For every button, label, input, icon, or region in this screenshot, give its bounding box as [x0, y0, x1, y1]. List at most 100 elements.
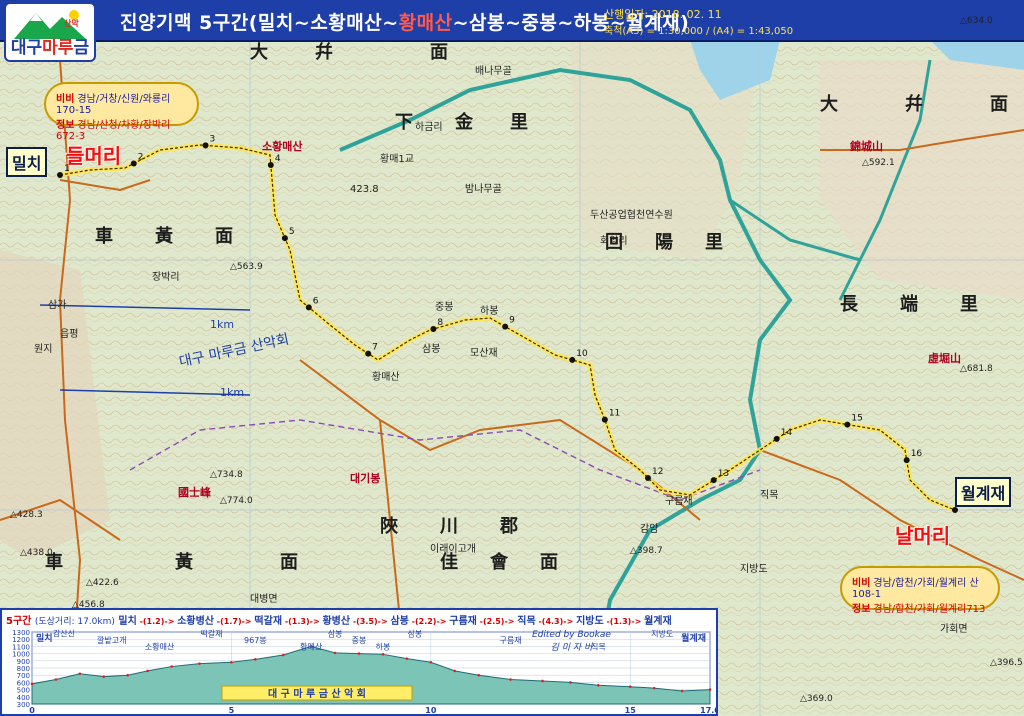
district-glyph: 郡 [500, 516, 518, 537]
profile-point-label: 중봉 [352, 636, 367, 645]
route-segment: -(1.7)-> [214, 617, 255, 626]
village-label: 황매1교 [380, 154, 414, 165]
club-banner: 대 구 마 루 금 산 악 회 [268, 687, 366, 700]
elevation-point [541, 679, 544, 683]
route-stop: 직목 [517, 616, 536, 627]
waypoint-number: 13 [718, 469, 729, 479]
peak-elevation: △634.0 [960, 16, 993, 26]
route-stop: 황병산 [322, 616, 351, 627]
waypoint-marker [130, 160, 137, 167]
peak-elevation: △422.6 [86, 578, 119, 588]
district-glyph: 長 [840, 294, 858, 315]
waypoint-number: 12 [652, 467, 663, 477]
mountain-name: 대기봉 [350, 472, 381, 485]
waypoint-marker [710, 477, 717, 484]
district-glyph: 大 [820, 94, 838, 115]
route-stop: 지방도 [576, 616, 604, 627]
profile-point-label: 삼봉 [408, 628, 423, 638]
district-glyph: 面 [540, 552, 558, 573]
start-tag: 들머리 [66, 144, 122, 168]
profile-point-label: 구름재 [500, 636, 522, 645]
peak-elevation: △592.1 [862, 158, 895, 168]
elevation-point [102, 675, 106, 678]
village-label: 회양리 [600, 236, 628, 247]
waypoint-number: 3 [210, 134, 216, 144]
elevation-point [708, 688, 712, 691]
village-label: 지방도 [740, 564, 768, 575]
editor-signature: Edited by Bookae 김 미 자 버 [532, 630, 611, 653]
peak-elevation: △398.7 [630, 546, 663, 556]
district-glyph: 面 [430, 42, 448, 63]
elevation-point [54, 678, 58, 681]
km-mark-2: 1km [220, 386, 245, 399]
district-glyph: 面 [280, 552, 298, 573]
elevation-point [230, 660, 233, 664]
profile-point-label: 황매산 [300, 641, 323, 651]
route-stop: 소황병산 [177, 616, 215, 627]
district-glyph: 幷 [315, 42, 333, 63]
district-glyph: 會 [490, 552, 508, 573]
profile-point-label: 소황매산 [145, 641, 175, 651]
waypoint-marker [430, 326, 437, 333]
elevation-point [357, 652, 361, 655]
elevation-point [477, 673, 480, 677]
y-tick-label: 300 [17, 701, 30, 709]
logo-name: 대구마루금 [10, 38, 90, 58]
elevation-point [652, 686, 656, 690]
route-segment: -(2.5)-> [476, 617, 518, 626]
village-label: 삼가 [48, 300, 67, 311]
village-label: 하봉 [480, 306, 499, 317]
route-segment: -(1.3)-> [282, 617, 323, 626]
district-glyph: 黃 [155, 226, 173, 247]
profile-start-label: 밀치 [36, 632, 53, 644]
route-segment: -(1.2)-> [136, 617, 178, 626]
title-bar: 진양기맥 5구간(밀치~소황매산~황매산~삼봉~중봉~하봉~월계재) 산행일자:… [0, 0, 1024, 42]
elevation-point [78, 672, 82, 676]
elevation-point [453, 669, 457, 673]
waypoint-number: 5 [289, 227, 295, 237]
x-tick-label: 17.0 [700, 706, 716, 714]
end-address-note: 비비 경남/합천/가회/월계리 산108-1 정보 경남/합천/가회/월계리713 [840, 566, 1000, 615]
elevation-point [333, 651, 337, 655]
waypoint-marker [267, 161, 274, 168]
district-glyph: 金 [455, 112, 473, 133]
village-label: 구름재 [665, 496, 693, 507]
district-glyph: 車 [95, 226, 113, 247]
waypoint-number: 14 [781, 428, 793, 438]
route-stop: 삼봉 [390, 616, 409, 627]
waypoint-marker [502, 323, 509, 330]
mountain-name: 國士峰 [178, 486, 211, 499]
elevation-point [509, 678, 512, 681]
waypoint-number: 8 [437, 318, 443, 328]
district-glyph: 陽 [655, 232, 673, 253]
village-label: 모산재 [470, 348, 498, 359]
route-stop: 월계재 [644, 616, 672, 627]
peak-elevation: △734.8 [210, 470, 243, 480]
profile-point-label: 하봉 [376, 641, 391, 651]
km-mark-1: 1km [210, 318, 235, 331]
waypoint-number: 11 [609, 409, 620, 419]
peak-elevation: △681.8 [960, 364, 993, 374]
waypoint-number: 9 [509, 316, 515, 326]
elevation-point [146, 669, 149, 673]
district-glyph: 川 [440, 516, 458, 537]
district-glyph: 陜 [380, 516, 398, 537]
waypoint-marker [57, 172, 63, 178]
waypoint-marker [773, 435, 780, 442]
district-glyph: 里 [510, 112, 528, 133]
profile-point-label: 지방도 [651, 628, 673, 638]
village-label: 중봉 [435, 302, 454, 313]
village-label: 황매산 [372, 372, 400, 383]
waypoint-number: 4 [275, 154, 281, 164]
peak-elevation: △438.0 [20, 548, 53, 558]
elevation-point [680, 689, 684, 693]
peak-elevation: △428.3 [10, 510, 43, 520]
club-logo: 산악 대구마루금 [4, 2, 96, 62]
profile-point-label: 967봉 [244, 636, 267, 645]
route-stop: 떡갈재 [254, 616, 283, 627]
waypoint-marker [305, 304, 312, 311]
waypoint-number: 16 [911, 449, 923, 459]
elevation-point [254, 658, 257, 661]
route-segment: -(1.3)-> [603, 617, 645, 626]
profile-point-label: 감산신 [53, 628, 75, 638]
